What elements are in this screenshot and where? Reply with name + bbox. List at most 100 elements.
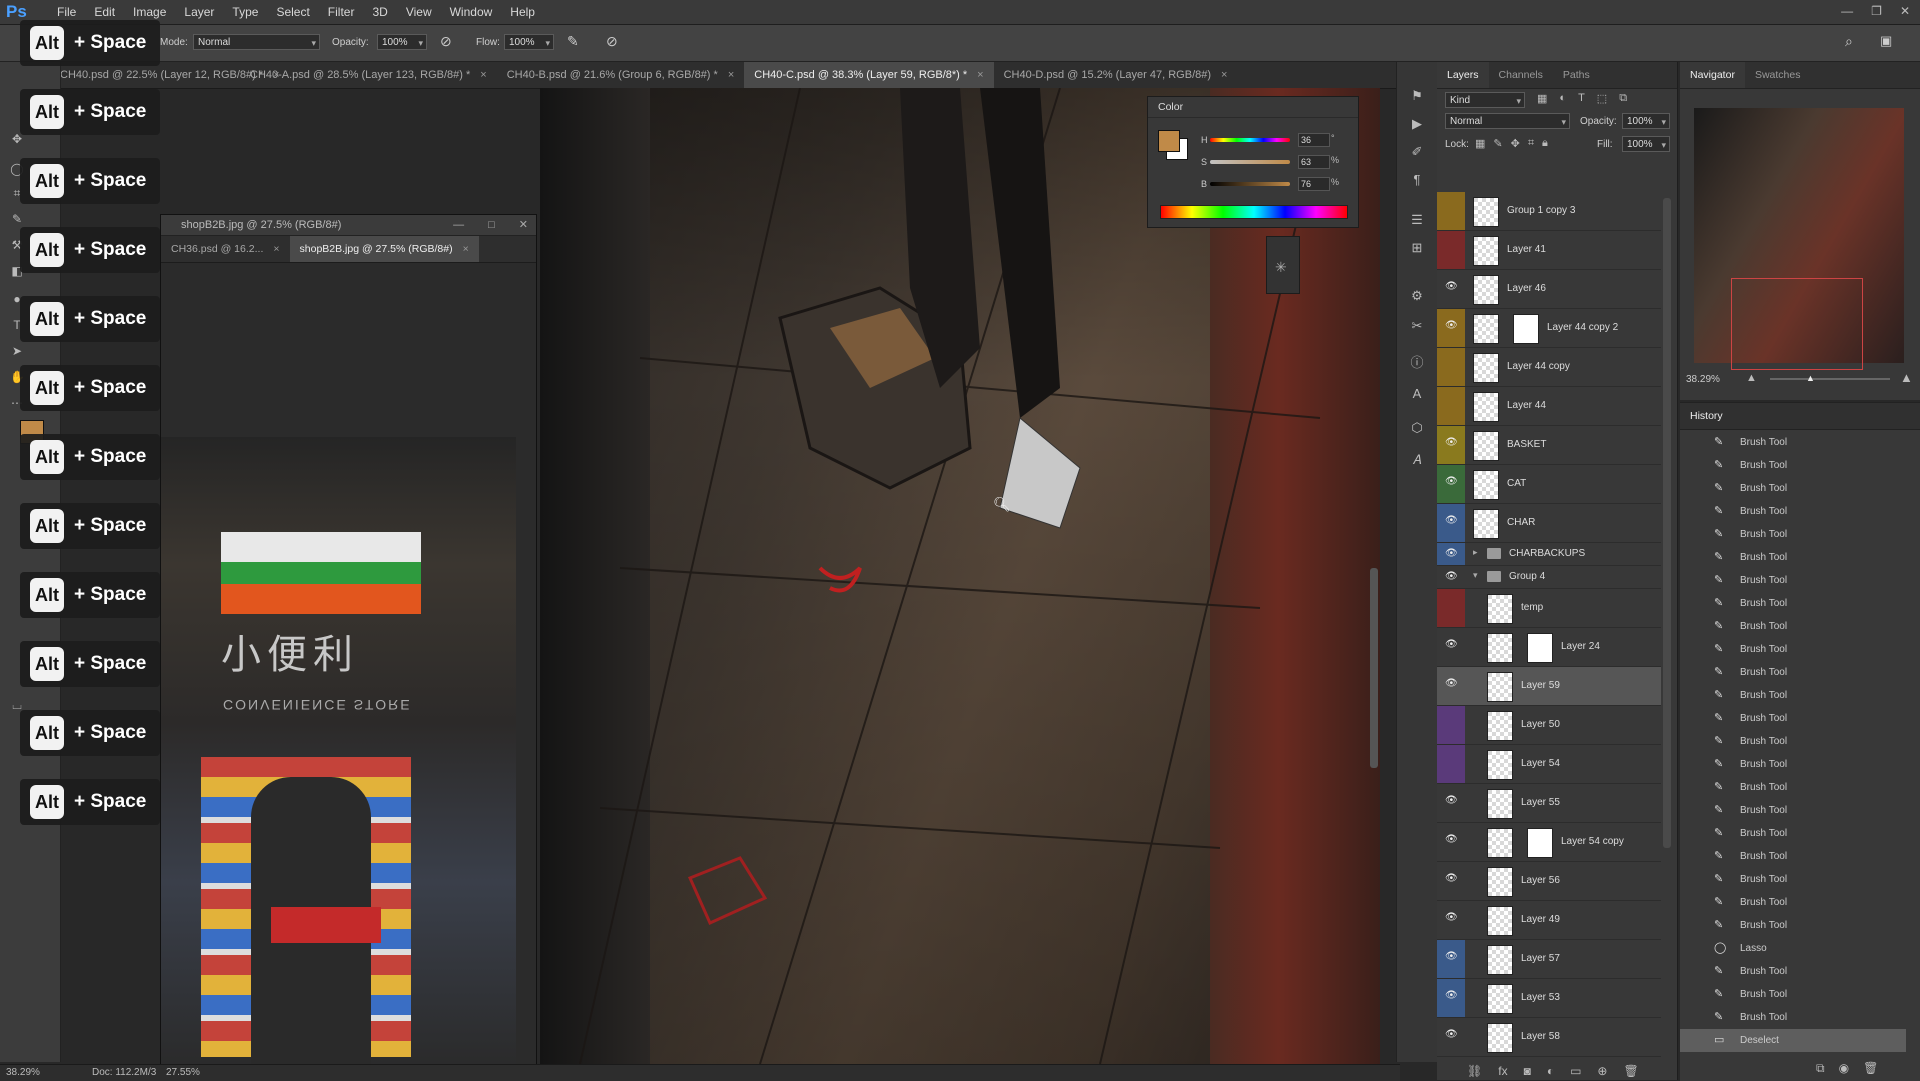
menu-item-edit[interactable]: Edit	[85, 5, 124, 19]
search-icon[interactable]: ⌕	[1845, 33, 1853, 50]
history-state[interactable]: ◯ Lasso	[1680, 937, 1906, 960]
hue-slider[interactable]	[1210, 138, 1290, 142]
layer-row[interactable]: 👁︎ Layer 54 copy	[1437, 823, 1661, 862]
fill-select[interactable]: 100%	[1622, 136, 1670, 153]
layer-color-tag[interactable]: 👁︎	[1437, 823, 1465, 861]
layer-row[interactable]: Layer 54	[1437, 745, 1661, 784]
history-state[interactable]: ✎ Brush Tool	[1680, 776, 1906, 799]
layer-row[interactable]: 👁︎ BASKET	[1437, 426, 1661, 465]
layer-color-tag[interactable]: 👁︎	[1437, 979, 1465, 1017]
layer-mask-thumbnail[interactable]	[1527, 633, 1553, 663]
history-state[interactable]: ✎ Brush Tool	[1680, 799, 1906, 822]
layer-row[interactable]: 👁︎ Layer 58	[1437, 1018, 1661, 1057]
history-state[interactable]: ✎ Brush Tool	[1680, 1006, 1906, 1029]
layer-row[interactable]: Layer 50	[1437, 706, 1661, 745]
layer-color-tag[interactable]	[1437, 231, 1465, 269]
3d-icon[interactable]: ⬡	[1409, 420, 1425, 436]
docwin-titlebar[interactable]: shopB2B.jpg @ 27.5% (RGB/8#) — □ ✕	[161, 215, 536, 236]
layer-color-tag[interactable]	[1437, 589, 1465, 627]
history-state[interactable]: ✎ Brush Tool	[1680, 983, 1906, 1006]
glyphs-icon[interactable]: 𝐴	[1409, 452, 1425, 468]
pressure-size-icon[interactable]: ⊘	[606, 33, 618, 50]
history-state[interactable]: ✎ Brush Tool	[1680, 477, 1906, 500]
eye-icon[interactable]: 👁︎	[1445, 679, 1458, 689]
new-layer-icon[interactable]: ⊕	[1597, 1064, 1607, 1078]
layer-row[interactable]: Layer 41	[1437, 231, 1661, 270]
shape-filter-icon[interactable]: ⬚	[1597, 92, 1607, 105]
history-state[interactable]: ▭ Deselect	[1680, 1029, 1906, 1052]
close-icon[interactable]: ×	[977, 62, 983, 88]
close-icon[interactable]: ×	[1221, 62, 1227, 88]
eye-icon[interactable]: 👁︎	[1445, 640, 1458, 650]
layer-opacity-select[interactable]: 100%	[1622, 113, 1670, 130]
history-state[interactable]: ✎ Brush Tool	[1680, 431, 1906, 454]
actions-icon[interactable]: ▶	[1409, 116, 1425, 132]
group-chevron-icon[interactable]: ▾	[1473, 570, 1478, 581]
adjustments-icon[interactable]: ☰	[1409, 212, 1425, 228]
layer-color-tag[interactable]	[1437, 706, 1465, 744]
workspace-icon[interactable]: ▣	[1880, 33, 1892, 49]
pressure-opacity-icon[interactable]: ⊘	[440, 33, 452, 50]
navigator-zoom[interactable]: 38.29%	[1686, 374, 1720, 385]
history-state[interactable]: ✎ Brush Tool	[1680, 661, 1906, 684]
tab-paths[interactable]: Paths	[1553, 62, 1600, 88]
delete-layer-icon[interactable]: 🗑︎	[1623, 1064, 1638, 1078]
status-doc-size[interactable]: Doc: 112.2M/3	[92, 1067, 156, 1078]
history-state[interactable]: ✎ Brush Tool	[1680, 960, 1906, 983]
layer-color-tag[interactable]: 👁︎	[1437, 901, 1465, 939]
layer-color-tag[interactable]: 👁︎	[1437, 1018, 1465, 1056]
history-state[interactable]: ✎ Brush Tool	[1680, 845, 1906, 868]
document-canvas[interactable]: 🔍︎	[540, 88, 1380, 1064]
layer-row[interactable]: Layer 44 copy	[1437, 348, 1661, 387]
eye-icon[interactable]: 👁︎	[1445, 282, 1458, 292]
eye-icon[interactable]: 👁︎	[1445, 572, 1458, 582]
layer-color-tag[interactable]: 👁︎	[1437, 940, 1465, 978]
tool-presets-icon[interactable]: ✂	[1409, 318, 1425, 334]
layer-row[interactable]: 👁︎ Layer 44 copy 2	[1437, 309, 1661, 348]
new-document-from-state-icon[interactable]: ⧉	[1816, 1061, 1825, 1076]
zoom-in-icon[interactable]: ▲	[1900, 370, 1913, 385]
snapshot-icon[interactable]: ◉	[1839, 1061, 1849, 1076]
menu-item-help[interactable]: Help	[501, 5, 544, 19]
zoom-slider-thumb[interactable]: ▲	[1806, 373, 1815, 383]
close-icon[interactable]: ×	[273, 236, 279, 262]
layer-color-tag[interactable]: 👁︎	[1437, 426, 1465, 464]
layer-row[interactable]: 👁︎ Layer 53	[1437, 979, 1661, 1018]
path-select-icon[interactable]: ➤	[10, 344, 24, 358]
menu-item-view[interactable]: View	[397, 5, 441, 19]
close-icon[interactable]: ✕	[519, 215, 528, 235]
character-icon[interactable]: A	[1409, 386, 1425, 402]
eye-icon[interactable]: 👁︎	[1445, 321, 1458, 331]
layer-mask-thumbnail[interactable]	[1527, 828, 1553, 858]
brush-tool-icon[interactable]: ✎	[10, 212, 24, 226]
saturation-slider[interactable]	[1210, 160, 1290, 164]
close-icon[interactable]: ×	[480, 62, 486, 88]
layer-row[interactable]: 👁︎ Layer 55	[1437, 784, 1661, 823]
paragraph-icon[interactable]: ¶	[1409, 172, 1425, 188]
layer-row[interactable]: temp	[1437, 589, 1661, 628]
clone-source-icon[interactable]: ⊞	[1409, 240, 1425, 256]
mode-select[interactable]: Normal	[193, 34, 320, 51]
minimize-icon[interactable]: —	[453, 215, 464, 235]
layer-color-tag[interactable]: 👁︎	[1437, 309, 1465, 347]
layer-row[interactable]: 👁︎ Layer 57	[1437, 940, 1661, 979]
history-state[interactable]: ✎ Brush Tool	[1680, 569, 1906, 592]
history-state[interactable]: ✎ Brush Tool	[1680, 707, 1906, 730]
layer-row[interactable]: 👁︎ Layer 24	[1437, 628, 1661, 667]
history-state[interactable]: ✎ Brush Tool	[1680, 868, 1906, 891]
lock-all-icon[interactable]: 🔒︎	[1542, 137, 1548, 150]
lock-transparent-icon[interactable]: ▦	[1475, 137, 1485, 150]
eye-icon[interactable]: 👁︎	[1445, 549, 1458, 559]
history-state[interactable]: ✎ Brush Tool	[1680, 638, 1906, 661]
tab-ch40-b[interactable]: CH40-B.psd @ 21.6% (Group 6, RGB/8#) * ×	[497, 62, 745, 88]
flow-select[interactable]: 100%	[504, 34, 554, 51]
eye-icon[interactable]: 👁︎	[1445, 874, 1458, 884]
history-state[interactable]: ✎ Brush Tool	[1680, 454, 1906, 477]
layer-color-tag[interactable]	[1437, 192, 1465, 230]
restore-icon[interactable]: ❐	[1871, 4, 1882, 18]
color-ramp[interactable]	[1160, 205, 1348, 219]
history-state[interactable]: ✎ Brush Tool	[1680, 684, 1906, 707]
tab-shopb2b[interactable]: shopB2B.jpg @ 27.5% (RGB/8#) ×	[289, 236, 479, 262]
history-state[interactable]: ✎ Brush Tool	[1680, 891, 1906, 914]
history-state[interactable]: ✎ Brush Tool	[1680, 615, 1906, 638]
